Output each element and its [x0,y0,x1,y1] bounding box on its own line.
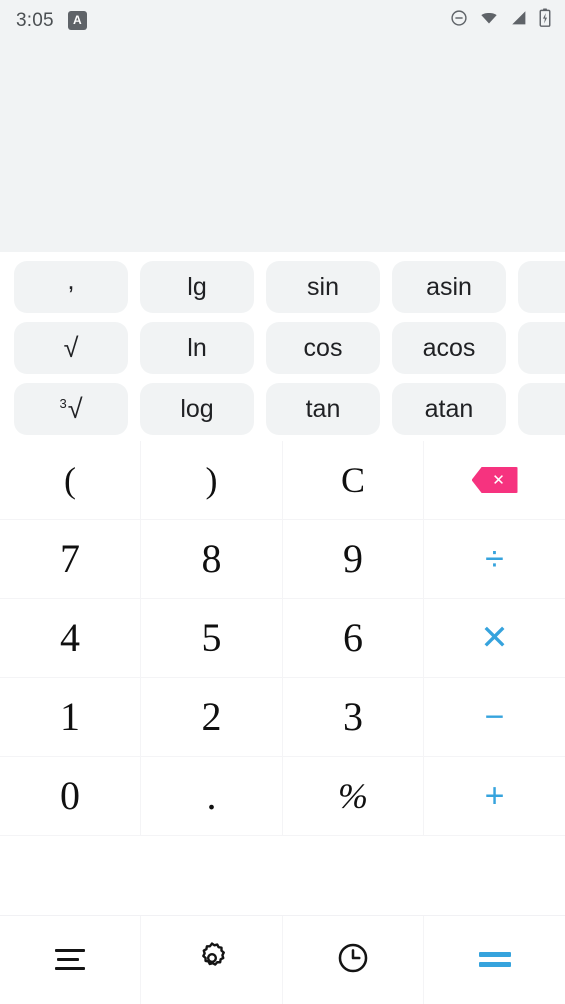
key-9[interactable]: 9 [283,520,424,599]
chip-cube-root[interactable]: 3 √ [14,383,128,435]
square-root-icon: √ [63,332,79,363]
battery-charging-icon [539,8,551,32]
chip-sin[interactable]: sin [266,261,380,313]
menu-button[interactable] [0,916,141,1004]
keypad: ( ) C ✕ 7 8 9 ÷ 4 5 6 ✕ 1 2 3 − 0 . % + [0,441,565,915]
chip-log[interactable]: log [140,383,254,435]
chip-tan[interactable]: tan [266,383,380,435]
chip-hidden-1[interactable] [518,261,565,313]
chip-cos[interactable]: cos [266,322,380,374]
status-bar-left: 3:05 A [16,9,87,31]
menu-icon [55,949,85,971]
scientific-row-1: , lg sin asin [14,261,565,313]
equals-icon [478,952,511,968]
key-clear[interactable]: C [283,441,424,520]
scientific-row-2: √ ln cos acos [14,322,565,374]
chip-square-root[interactable]: √ [14,322,128,374]
cube-root-superscript: 3 [59,395,67,411]
scientific-functions-strip[interactable]: , lg sin asin √ ln cos acos 3 √ log tan … [0,252,565,441]
scientific-row-3: 3 √ log tan atan [14,383,565,435]
gear-icon [195,941,229,980]
status-time: 3:05 [16,9,54,31]
clock-icon [336,941,370,980]
chip-atan[interactable]: atan [392,383,506,435]
key-percent[interactable]: % [283,757,424,836]
key-backspace[interactable]: ✕ [424,441,565,520]
key-decimal[interactable]: . [141,757,283,836]
key-6[interactable]: 6 [283,599,424,678]
chip-lg[interactable]: lg [140,261,254,313]
backspace-x-glyph: ✕ [492,471,505,489]
equals-button[interactable] [424,916,565,1004]
bottom-toolbar [0,915,565,1004]
key-divide[interactable]: ÷ [424,520,565,599]
cell-signal-icon [510,9,528,32]
calculator-display[interactable] [0,40,565,252]
key-2[interactable]: 2 [141,678,283,757]
key-close-paren[interactable]: ) [141,441,283,520]
chip-acos[interactable]: acos [392,322,506,374]
chip-hidden-3[interactable] [518,383,565,435]
backspace-icon: ✕ [471,467,518,493]
cube-root-icon: 3 √ [59,393,83,424]
radical-glyph: √ [63,332,79,363]
settings-button[interactable] [141,916,283,1004]
status-bar: 3:05 A [0,0,565,40]
key-multiply[interactable]: ✕ [424,599,565,678]
key-0[interactable]: 0 [0,757,141,836]
chip-hidden-2[interactable] [518,322,565,374]
scientific-scroll-container[interactable]: , lg sin asin √ ln cos acos 3 √ log tan … [0,261,565,435]
radical-glyph: √ [67,393,83,424]
app-notification-icon: A [67,10,87,30]
chip-ln[interactable]: ln [140,322,254,374]
key-7[interactable]: 7 [0,520,141,599]
wifi-icon [479,9,499,32]
key-open-paren[interactable]: ( [0,441,141,520]
key-plus[interactable]: + [424,757,565,836]
key-1[interactable]: 1 [0,678,141,757]
key-4[interactable]: 4 [0,599,141,678]
key-5[interactable]: 5 [141,599,283,678]
do-not-disturb-icon [450,9,468,32]
key-3[interactable]: 3 [283,678,424,757]
history-button[interactable] [283,916,424,1004]
key-8[interactable]: 8 [141,520,283,599]
key-minus[interactable]: − [424,678,565,757]
chip-asin[interactable]: asin [392,261,506,313]
status-bar-right [450,8,551,32]
calculator-app: 3:05 A , lg sin asin √ ln cos acos 3 √ l… [0,0,565,1004]
chip-comma[interactable]: , [14,261,128,313]
